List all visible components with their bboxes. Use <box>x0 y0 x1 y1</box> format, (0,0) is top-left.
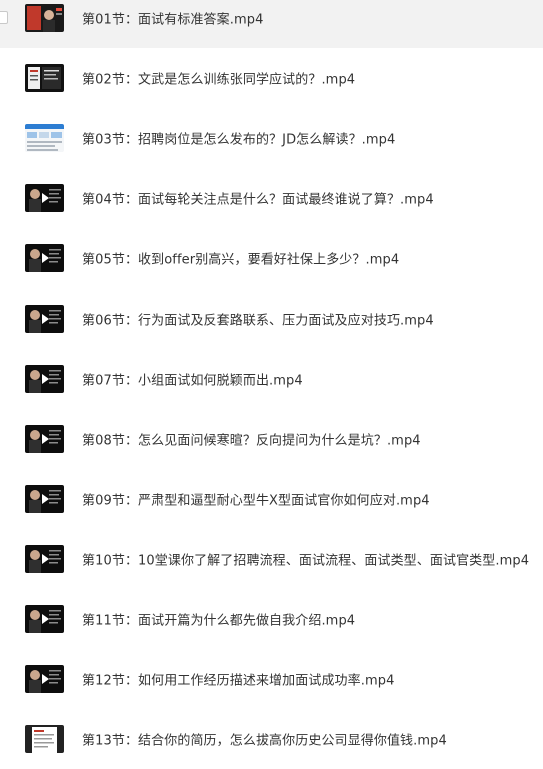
file-name[interactable]: 第13节：结合你的简历，怎么拔高你历史公司显得你值钱.mp4 <box>82 730 447 749</box>
file-row[interactable]: 第09节：严肃型和逼型耐心型牛X型面试官你如何应对.mp4 <box>0 469 543 529</box>
file-name[interactable]: 第05节：收到offer别高兴，要看好社保上多少？.mp4 <box>82 249 399 268</box>
video-play-icon[interactable] <box>25 184 64 213</box>
video-play-icon[interactable] <box>25 665 64 694</box>
video-play-icon[interactable] <box>25 605 64 633</box>
video-play-icon[interactable] <box>25 304 64 333</box>
file-name[interactable]: 第03节：招聘岗位是怎么发布的？JD怎么解读？.mp4 <box>82 129 395 148</box>
video-play-icon[interactable] <box>25 544 64 573</box>
file-row[interactable]: 第03节：招聘岗位是怎么发布的？JD怎么解读？.mp4 <box>0 108 543 168</box>
file-row[interactable]: 第04节：面试每轮关注点是什么？面试最终谁说了算？.mp4 <box>0 168 543 228</box>
file-name[interactable]: 第06节：行为面试及反套路联系、压力面试及应对技巧.mp4 <box>82 309 434 328</box>
video-play-icon[interactable] <box>25 484 64 513</box>
video-play-icon[interactable] <box>25 364 64 393</box>
file-row[interactable]: 第10节：10堂课你了解了招聘流程、面试流程、面试类型、面试官类型.mp4 <box>0 529 543 589</box>
file-name[interactable]: 第11节：面试开篇为什么都先做自我介绍.mp4 <box>82 610 355 629</box>
slide-collage-icon[interactable] <box>25 64 64 93</box>
document-icon[interactable] <box>25 725 64 754</box>
file-name[interactable]: 第08节：怎么见面问候寒暄？反向提问为什么是坑？.mp4 <box>82 429 421 448</box>
file-row[interactable]: 第08节：怎么见面问候寒暄？反向提问为什么是坑？.mp4 <box>0 409 543 469</box>
file-name[interactable]: 第04节：面试每轮关注点是什么？面试最终谁说了算？.mp4 <box>82 189 434 208</box>
file-row[interactable]: 第13节：结合你的简历，怎么拔高你历史公司显得你值钱.mp4 <box>0 709 543 769</box>
file-row[interactable]: 第11节：面试开篇为什么都先做自我介绍.mp4 <box>0 589 543 649</box>
file-list: 第01节：面试有标准答案.mp4 第02节：文武是怎么训练张同学应试的？.mp4 第… <box>0 0 543 756</box>
file-row[interactable]: 第01节：面试有标准答案.mp4 <box>0 0 543 48</box>
select-checkbox[interactable] <box>0 11 8 24</box>
file-name[interactable]: 第10节：10堂课你了解了招聘流程、面试流程、面试类型、面试官类型.mp4 <box>82 549 529 568</box>
file-name[interactable]: 第01节：面试有标准答案.mp4 <box>82 9 263 28</box>
file-name[interactable]: 第12节：如何用工作经历描述来增加面试成功率.mp4 <box>82 670 394 689</box>
file-row[interactable]: 第12节：如何用工作经历描述来增加面试成功率.mp4 <box>0 649 543 709</box>
file-row[interactable]: 第02节：文武是怎么训练张同学应试的？.mp4 <box>0 48 543 108</box>
file-name[interactable]: 第02节：文武是怎么训练张同学应试的？.mp4 <box>82 69 355 88</box>
file-row[interactable]: 第07节：小组面试如何脱颖而出.mp4 <box>0 349 543 409</box>
presenter-red-icon[interactable] <box>25 4 64 32</box>
video-play-icon[interactable] <box>25 424 64 453</box>
video-play-icon[interactable] <box>25 244 64 273</box>
file-name[interactable]: 第09节：严肃型和逼型耐心型牛X型面试官你如何应对.mp4 <box>82 489 430 508</box>
file-name[interactable]: 第07节：小组面试如何脱颖而出.mp4 <box>82 369 303 388</box>
webpage-screenshot-icon[interactable] <box>25 124 64 153</box>
file-row[interactable]: 第05节：收到offer别高兴，要看好社保上多少？.mp4 <box>0 228 543 288</box>
file-row[interactable]: 第06节：行为面试及反套路联系、压力面试及应对技巧.mp4 <box>0 289 543 349</box>
